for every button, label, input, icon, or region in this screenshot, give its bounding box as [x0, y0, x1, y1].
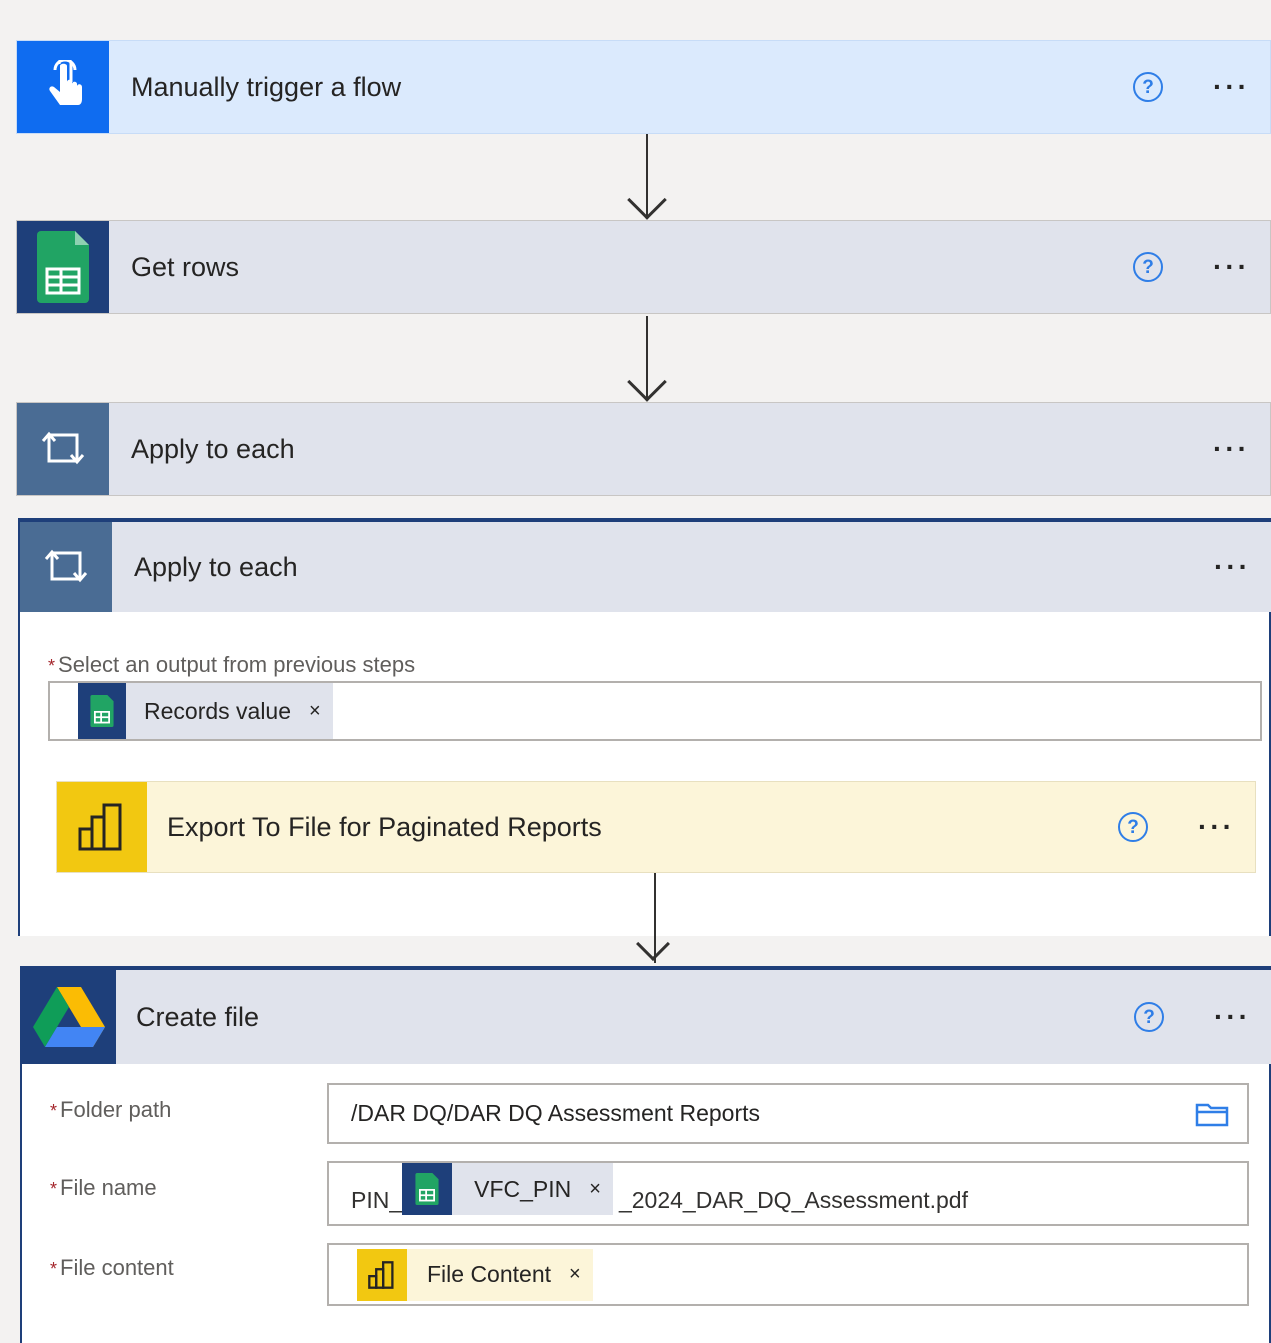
remove-token-icon[interactable]: ×	[589, 1178, 601, 1201]
google-drive-icon	[22, 970, 116, 1064]
trigger-card[interactable]: Manually trigger a flow ? ···	[16, 40, 1271, 134]
vfc-pin-token[interactable]: VFC_PIN ×	[402, 1163, 613, 1215]
help-icon[interactable]: ?	[1118, 812, 1149, 842]
google-sheets-icon	[402, 1163, 453, 1215]
token-label: VFC_PIN	[474, 1175, 572, 1202]
file-content-label: * File content	[50, 1255, 174, 1280]
more-options-icon[interactable]: ···	[1213, 253, 1250, 281]
apply-each-card[interactable]: Apply to each ···	[16, 402, 1271, 496]
export-to-file-card[interactable]: Export To File for Paginated Reports ? ·…	[56, 781, 1256, 873]
file-content-token[interactable]: File Content ×	[357, 1248, 593, 1301]
arrowhead	[627, 180, 667, 220]
more-options-icon[interactable]: ···	[1198, 813, 1235, 841]
more-options-icon[interactable]: ···	[1213, 73, 1250, 101]
folder-path-label: * Folder path	[50, 1097, 172, 1122]
help-icon[interactable]: ?	[1133, 72, 1164, 102]
step-title: Apply to each	[134, 551, 298, 582]
required-marker: *	[50, 1179, 58, 1199]
get-rows-card[interactable]: Get rows ? ···	[16, 220, 1271, 314]
records-value-token[interactable]: Records value ×	[78, 683, 333, 739]
more-options-icon[interactable]: ···	[1214, 1003, 1251, 1031]
apply-each-expanded-header[interactable]: Apply to each ···	[20, 522, 1271, 612]
token-label: Records value	[144, 697, 292, 724]
step-title: Apply to each	[131, 433, 295, 464]
remove-token-icon[interactable]: ×	[309, 700, 321, 723]
help-icon[interactable]: ?	[1134, 1002, 1165, 1032]
create-file-header[interactable]: Create file ? ···	[22, 970, 1271, 1064]
loop-icon	[20, 522, 112, 612]
file-name-prefix: PIN_	[351, 1187, 403, 1213]
arrowhead	[627, 362, 667, 402]
select-output-label: * Select an output from previous steps	[48, 652, 416, 677]
file-content-field[interactable]: File Content ×	[327, 1243, 1249, 1306]
folder-path-value: /DAR DQ/DAR DQ Assessment Reports	[351, 1100, 760, 1126]
more-options-icon[interactable]: ···	[1213, 435, 1250, 463]
file-name-field[interactable]: PIN_ VFC_PIN × _2024_DAR_DQ_Assessment.p…	[327, 1161, 1249, 1226]
required-marker: *	[50, 1101, 58, 1121]
help-icon[interactable]: ?	[1133, 252, 1164, 282]
token-label: File Content	[427, 1261, 552, 1287]
hand-pointer-icon	[17, 41, 109, 133]
step-title: Get rows	[131, 251, 240, 282]
remove-token-icon[interactable]: ×	[569, 1263, 581, 1286]
power-bi-icon	[57, 782, 147, 872]
select-output-field[interactable]: Records value ×	[48, 681, 1262, 741]
more-options-icon[interactable]: ···	[1214, 553, 1251, 581]
step-title: Create file	[136, 1001, 260, 1032]
required-marker: *	[50, 1259, 58, 1279]
google-sheets-icon	[17, 221, 109, 313]
file-name-suffix: _2024_DAR_DQ_Assessment.pdf	[618, 1187, 968, 1213]
loop-icon	[17, 403, 109, 495]
file-name-label: * File name	[50, 1175, 157, 1200]
required-marker: *	[48, 656, 56, 676]
folder-path-field[interactable]: /DAR DQ/DAR DQ Assessment Reports	[327, 1083, 1249, 1144]
step-title: Export To File for Paginated Reports	[167, 811, 602, 842]
folder-picker-icon[interactable]	[1195, 1101, 1229, 1127]
power-bi-icon	[357, 1248, 407, 1301]
step-title: Manually trigger a flow	[131, 71, 402, 102]
google-sheets-icon	[78, 683, 126, 739]
